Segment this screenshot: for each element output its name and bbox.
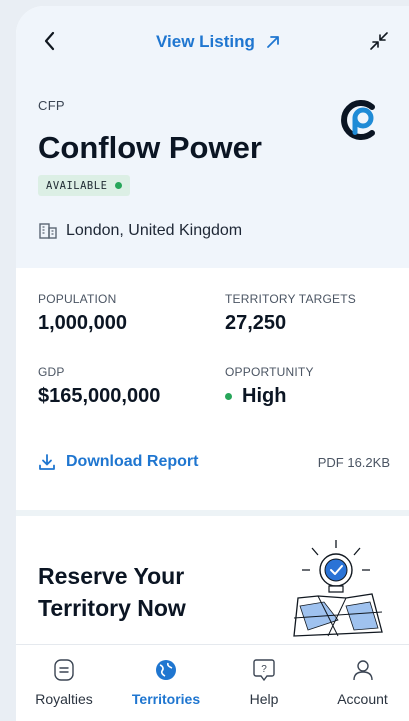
building-icon — [39, 223, 57, 239]
status-dot — [115, 182, 123, 189]
map-lightbulb-illustration — [293, 540, 383, 637]
royalties-icon — [54, 659, 74, 681]
reserve-title: Reserve Your Territory Now — [38, 560, 186, 624]
opportunity-stat: OPPORTUNITY High — [225, 365, 314, 408]
collapse-button[interactable] — [366, 28, 392, 54]
gdp-value: $165,000,000 — [38, 385, 161, 407]
back-button[interactable] — [38, 28, 64, 54]
location: London, United Kingdom — [38, 222, 242, 240]
reserve-title-line-1: Reserve Your — [38, 563, 185, 589]
view-listing-link[interactable]: View Listing — [156, 32, 281, 52]
download-report-button[interactable]: Download Report — [38, 453, 198, 471]
territory-targets-label: TERRITORY TARGETS — [225, 292, 356, 306]
tab-help[interactable]: ? Help — [220, 645, 308, 721]
gdp-stat: GDP $165,000,000 — [38, 365, 160, 408]
location-text: London, United Kingdom — [66, 222, 243, 239]
status-text: AVAILABLE — [46, 179, 108, 192]
company-logo — [341, 100, 375, 140]
tab-territories-label: Territories — [131, 691, 201, 707]
collapse-icon — [370, 32, 388, 50]
population-label: POPULATION — [38, 292, 117, 306]
listing-header: View Listing CFP Conflow Power AVAILABLE — [16, 6, 409, 268]
territory-targets-stat: TERRITORY TARGETS 27,250 — [225, 292, 356, 335]
reserve-title-line-2: Territory Now — [38, 595, 186, 621]
opportunity-label: OPPORTUNITY — [225, 365, 314, 379]
listing-sheet: View Listing CFP Conflow Power AVAILABLE — [16, 6, 409, 721]
file-info: PDF 16.2KB — [317, 455, 390, 470]
bottom-tab-bar: Royalties Territories ? Help Account — [16, 644, 409, 721]
account-icon — [352, 660, 373, 681]
tab-territories[interactable]: Territories — [116, 645, 216, 721]
download-icon — [39, 454, 55, 470]
svg-text:?: ? — [261, 664, 267, 675]
opportunity-value: High — [242, 385, 287, 407]
section-divider — [16, 510, 409, 516]
status-badge: AVAILABLE — [38, 175, 131, 196]
tab-royalties-label: Royalties — [35, 691, 93, 707]
tab-royalties[interactable]: Royalties — [20, 645, 108, 721]
gdp-label: GDP — [38, 365, 65, 379]
globe-icon — [156, 660, 176, 680]
download-report-label: Download Report — [66, 453, 199, 470]
territory-targets-value: 27,250 — [225, 312, 287, 334]
population-stat: POPULATION 1,000,000 — [38, 292, 127, 335]
ticker-symbol: CFP — [38, 98, 65, 113]
population-value: 1,000,000 — [38, 312, 127, 334]
tab-account[interactable]: Account — [316, 645, 409, 721]
view-listing-label: View Listing — [156, 32, 255, 51]
opportunity-dot — [225, 393, 232, 400]
opportunity-value-row: High — [225, 385, 314, 408]
tab-help-label: Help — [249, 691, 279, 707]
help-icon: ? — [253, 659, 275, 682]
arrow-up-right-icon — [266, 36, 279, 48]
chevron-left-icon — [44, 31, 55, 51]
company-name: Conflow Power — [38, 130, 262, 165]
tab-account-label: Account — [337, 691, 388, 707]
